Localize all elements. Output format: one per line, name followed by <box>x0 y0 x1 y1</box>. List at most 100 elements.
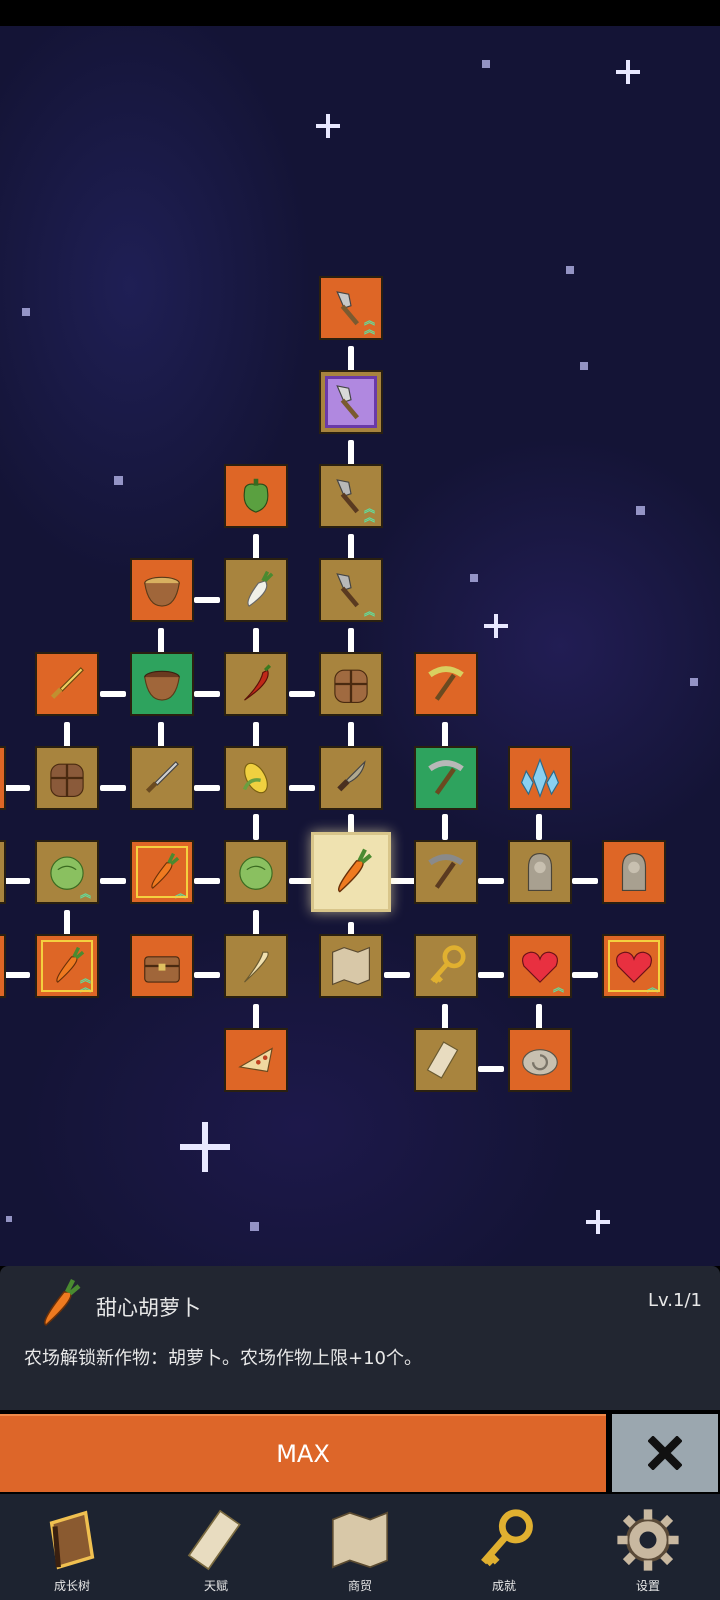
upgrade-chevron-icon: ︽ <box>175 887 186 900</box>
backpack-icon <box>50 763 84 797</box>
tree-link <box>348 534 354 560</box>
tree-node-offscreen[interactable] <box>0 840 6 904</box>
node-golden-sword[interactable] <box>35 652 99 716</box>
pickaxe-icon <box>428 760 464 795</box>
nav-label: 商贸 <box>347 1579 372 1593</box>
tree-node-offscreen[interactable] <box>0 746 6 810</box>
node-statue[interactable] <box>508 840 572 904</box>
sparkle-decoration <box>180 1122 230 1172</box>
close-button[interactable] <box>612 1414 718 1492</box>
node-scroll[interactable] <box>414 1028 478 1092</box>
tree-link <box>478 972 504 978</box>
tree-link <box>158 722 164 748</box>
node-pickaxe-2[interactable] <box>414 840 478 904</box>
skill-tree-canvas[interactable]: ︽ ︽ ︽ ︽ ︽ ︽ ︽ ︽ ︽ ︽ ︽ <box>0 26 720 1266</box>
tree-link <box>253 910 259 936</box>
node-heart-2[interactable]: ︽ <box>602 934 666 998</box>
node-pepper[interactable] <box>224 464 288 528</box>
node-fossil[interactable] <box>508 1028 572 1092</box>
node-cabbage[interactable]: ︽ <box>35 840 99 904</box>
backpack-icon <box>334 669 368 703</box>
node-parsnip[interactable] <box>224 934 288 998</box>
nav-item-talent[interactable]: 天赋 <box>144 1494 288 1600</box>
sparkle-decoration <box>616 60 640 84</box>
max-button[interactable]: MAX <box>0 1414 606 1492</box>
upgrade-chevron-icon: ︽ <box>80 887 91 900</box>
tree-link <box>253 628 259 654</box>
node-shovel-upgrade[interactable]: ︽ ︽ <box>319 276 383 340</box>
chili-pepper-icon <box>244 664 272 701</box>
node-chili[interactable] <box>224 652 288 716</box>
node-key[interactable] <box>414 934 478 998</box>
nav-item-trade[interactable]: 商贸 <box>288 1494 432 1600</box>
node-crystal[interactable] <box>508 746 572 810</box>
tree-link <box>348 628 354 654</box>
star-decoration <box>114 476 123 485</box>
tree-link <box>478 878 504 884</box>
nav-item-settings[interactable]: 设置 <box>576 1494 720 1600</box>
tree-node-offscreen[interactable] <box>0 934 6 998</box>
tree-link <box>194 785 220 791</box>
tree-link <box>64 722 70 748</box>
node-map[interactable] <box>319 934 383 998</box>
star-decoration <box>250 1222 259 1231</box>
node-corn[interactable] <box>224 746 288 810</box>
node-carrot-level[interactable]: ︽ <box>130 840 194 904</box>
node-shovel-4[interactable]: ︽ <box>319 558 383 622</box>
pickaxe-icon <box>428 854 464 889</box>
tree-link <box>289 785 315 791</box>
star-decoration <box>22 308 30 316</box>
node-sword[interactable] <box>130 746 194 810</box>
node-backpack[interactable] <box>319 652 383 716</box>
upgrade-chevron-icon: ︽ <box>647 981 658 994</box>
node-chest[interactable] <box>130 934 194 998</box>
tree-link <box>100 878 126 884</box>
tree-link <box>289 691 315 697</box>
tree-link <box>348 722 354 748</box>
skill-info-panel: 甜心胡萝卜 Lv.1/1 农场解锁新作物：胡萝卜。农场作物上限+10个。 <box>0 1266 720 1410</box>
knife-icon <box>337 760 366 792</box>
sparkle-decoration <box>484 614 508 638</box>
tree-link <box>194 691 220 697</box>
tree-link <box>442 722 448 748</box>
tree-link <box>390 878 416 884</box>
node-backpack-2[interactable] <box>35 746 99 810</box>
nav-item-achievement[interactable]: 成就 <box>432 1494 576 1600</box>
tree-link <box>572 972 598 978</box>
node-radish[interactable] <box>224 558 288 622</box>
tree-link <box>253 1004 259 1030</box>
corn-icon <box>242 762 268 794</box>
tree-link <box>384 972 410 978</box>
tree-link <box>253 814 259 840</box>
node-statue-2[interactable] <box>602 840 666 904</box>
node-knife[interactable] <box>319 746 383 810</box>
carrot-icon <box>44 1278 81 1326</box>
shovel-icon <box>336 385 360 420</box>
cabbage-icon <box>239 856 273 890</box>
fossil-icon <box>522 1049 558 1076</box>
nav-item-growth-tree[interactable]: 成长树 <box>0 1494 144 1600</box>
map-icon <box>331 1511 389 1569</box>
skill-level: Lv.1/1 <box>648 1290 702 1311</box>
key-icon <box>430 945 466 984</box>
node-cabbage-2[interactable] <box>224 840 288 904</box>
tree-link <box>536 1004 542 1030</box>
node-shovel-rare[interactable] <box>319 370 383 434</box>
bottom-nav: 成长树 天赋 商贸 成就 设置 <box>0 1494 720 1600</box>
node-bowl-soup[interactable] <box>130 558 194 622</box>
node-shovel-3[interactable]: ︽ ︽ <box>319 464 383 528</box>
node-carrot-upgrade[interactable]: ︽ ︽ <box>35 934 99 998</box>
node-pickaxe[interactable] <box>414 746 478 810</box>
star-decoration <box>580 362 588 370</box>
node-pizza[interactable] <box>224 1028 288 1092</box>
tree-link <box>442 1004 448 1030</box>
node-carrot-center[interactable] <box>311 832 391 912</box>
nav-label: 成就 <box>491 1579 516 1593</box>
bowl-icon <box>144 576 180 607</box>
node-heart[interactable]: ︽ <box>508 934 572 998</box>
sword-icon <box>50 667 84 699</box>
chest-icon <box>144 956 180 983</box>
node-golden-pickaxe[interactable] <box>414 652 478 716</box>
node-bowl[interactable] <box>130 652 194 716</box>
scroll-icon <box>426 1041 459 1079</box>
